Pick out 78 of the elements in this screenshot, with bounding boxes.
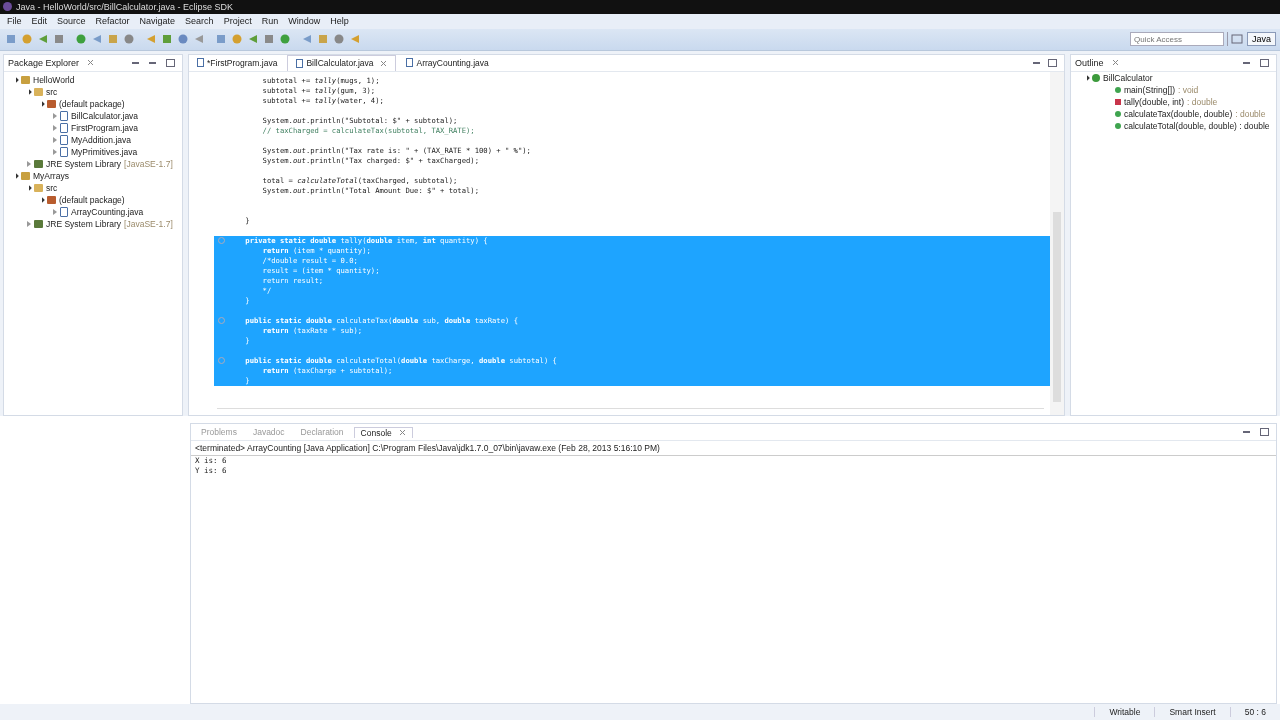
tree-item[interactable]: ArrayCounting.java: [71, 206, 144, 217]
return-type: : void: [1178, 84, 1199, 95]
vertical-scrollbar[interactable]: [1050, 71, 1064, 416]
menu-item[interactable]: Refactor: [90, 16, 135, 27]
tree-item[interactable]: HelloWorld: [33, 74, 75, 85]
menu-item[interactable]: Search: [180, 16, 219, 27]
return-type: : double: [1235, 108, 1266, 119]
close-icon[interactable]: [398, 429, 406, 437]
folder-icon: [34, 183, 43, 192]
expand-arrow-icon[interactable]: [39, 197, 45, 203]
tree-item[interactable]: (default package): [59, 194, 125, 205]
tree-item[interactable]: src: [46, 86, 58, 97]
expand-arrow-icon[interactable]: [39, 101, 45, 107]
perspective-button[interactable]: Java: [1247, 32, 1276, 47]
outline-method[interactable]: calculateTotal(double, double) : double: [1124, 120, 1270, 131]
library-version: [JavaSE-1.7]: [124, 158, 173, 169]
project-icon: [21, 171, 30, 180]
menu-item[interactable]: Edit: [26, 16, 53, 27]
menu-item[interactable]: File: [2, 16, 27, 27]
minimize-icon[interactable]: [1033, 61, 1040, 64]
library-version: [JavaSE-1.7]: [124, 218, 173, 229]
return-type: : double: [1187, 96, 1218, 107]
close-icon[interactable]: [1111, 59, 1119, 67]
horizontal-scrollbar[interactable]: [217, 408, 1044, 410]
close-icon[interactable]: [87, 59, 95, 67]
expand-arrow-icon[interactable]: [26, 89, 32, 95]
menu-item[interactable]: Run: [256, 16, 284, 27]
tree-item[interactable]: JRE System Library: [46, 158, 122, 169]
tree-item[interactable]: JRE System Library: [46, 218, 122, 229]
expand-arrow-icon[interactable]: [1084, 75, 1090, 81]
editor-tab[interactable]: BillCalculator.java: [287, 54, 397, 71]
menu-item[interactable]: Source: [52, 16, 91, 27]
open-perspective-icon[interactable]: [1231, 32, 1244, 46]
tree-item[interactable]: (default package): [59, 98, 125, 109]
status-item: 50 : 6: [1229, 707, 1280, 717]
folder-icon: [34, 87, 43, 96]
maximize-icon[interactable]: [1260, 58, 1269, 67]
outline-method[interactable]: tally(double, int): [1124, 96, 1184, 107]
file-icon: [60, 206, 68, 217]
view-title[interactable]: Package Explorer: [8, 57, 80, 68]
library-icon: [34, 219, 43, 228]
quick-access-field[interactable]: Quick Access: [1130, 32, 1224, 47]
tree-item[interactable]: src: [46, 182, 58, 193]
class-icon: [1092, 73, 1100, 82]
tree-item[interactable]: MyAddition.java: [71, 134, 131, 145]
library-icon: [34, 159, 43, 168]
maximize-icon[interactable]: [166, 58, 175, 67]
menu-item[interactable]: Project: [218, 16, 257, 27]
console-header: <terminated> ArrayCounting [Java Application] C:\Program Files\Java\jdk1.7.0_07\bin\javaw.exe (Feb 28, 2013 5:16:10 PM): [191, 441, 1276, 457]
menu-item[interactable]: Help: [325, 16, 354, 27]
eclipse-logo-icon: [3, 2, 12, 12]
maximize-icon[interactable]: [1260, 428, 1269, 437]
menu-item[interactable]: Navigate: [134, 16, 181, 27]
view-tab[interactable]: Console: [353, 426, 413, 438]
tree-item[interactable]: BillCalculator.java: [71, 110, 139, 121]
collapse-all-icon[interactable]: [132, 61, 139, 64]
tree-item[interactable]: FirstProgram.java: [71, 122, 139, 133]
outline-method[interactable]: main(String[]): [1124, 84, 1175, 95]
outline-class[interactable]: BillCalculator: [1103, 72, 1153, 83]
tree-item[interactable]: MyPrimitives.java: [71, 146, 138, 157]
status-item: Smart Insert: [1154, 707, 1230, 717]
expand-arrow-icon[interactable]: [26, 185, 32, 191]
minimize-icon[interactable]: [1243, 431, 1250, 434]
window-title: Java - HelloWorld/src/BillCalculator.java - Eclipse SDK: [16, 2, 233, 12]
maximize-icon[interactable]: [1048, 58, 1057, 67]
expand-arrow-icon[interactable]: [13, 173, 19, 179]
view-title[interactable]: Outline: [1075, 57, 1104, 68]
expand-arrow-icon[interactable]: [13, 77, 19, 83]
menu-item[interactable]: Window: [283, 16, 326, 27]
status-item: Writable: [1094, 707, 1155, 717]
minimize-icon[interactable]: [1243, 61, 1250, 64]
close-icon[interactable]: [380, 59, 388, 67]
minimize-icon[interactable]: [149, 61, 156, 64]
project-icon: [21, 75, 30, 84]
editor-tab[interactable]: ArrayCounting.java: [398, 55, 497, 71]
tree-item[interactable]: MyArrays: [33, 170, 69, 181]
outline-method[interactable]: calculateTax(double, double): [1124, 108, 1233, 119]
editor-tab[interactable]: *FirstProgram.java: [189, 55, 286, 71]
